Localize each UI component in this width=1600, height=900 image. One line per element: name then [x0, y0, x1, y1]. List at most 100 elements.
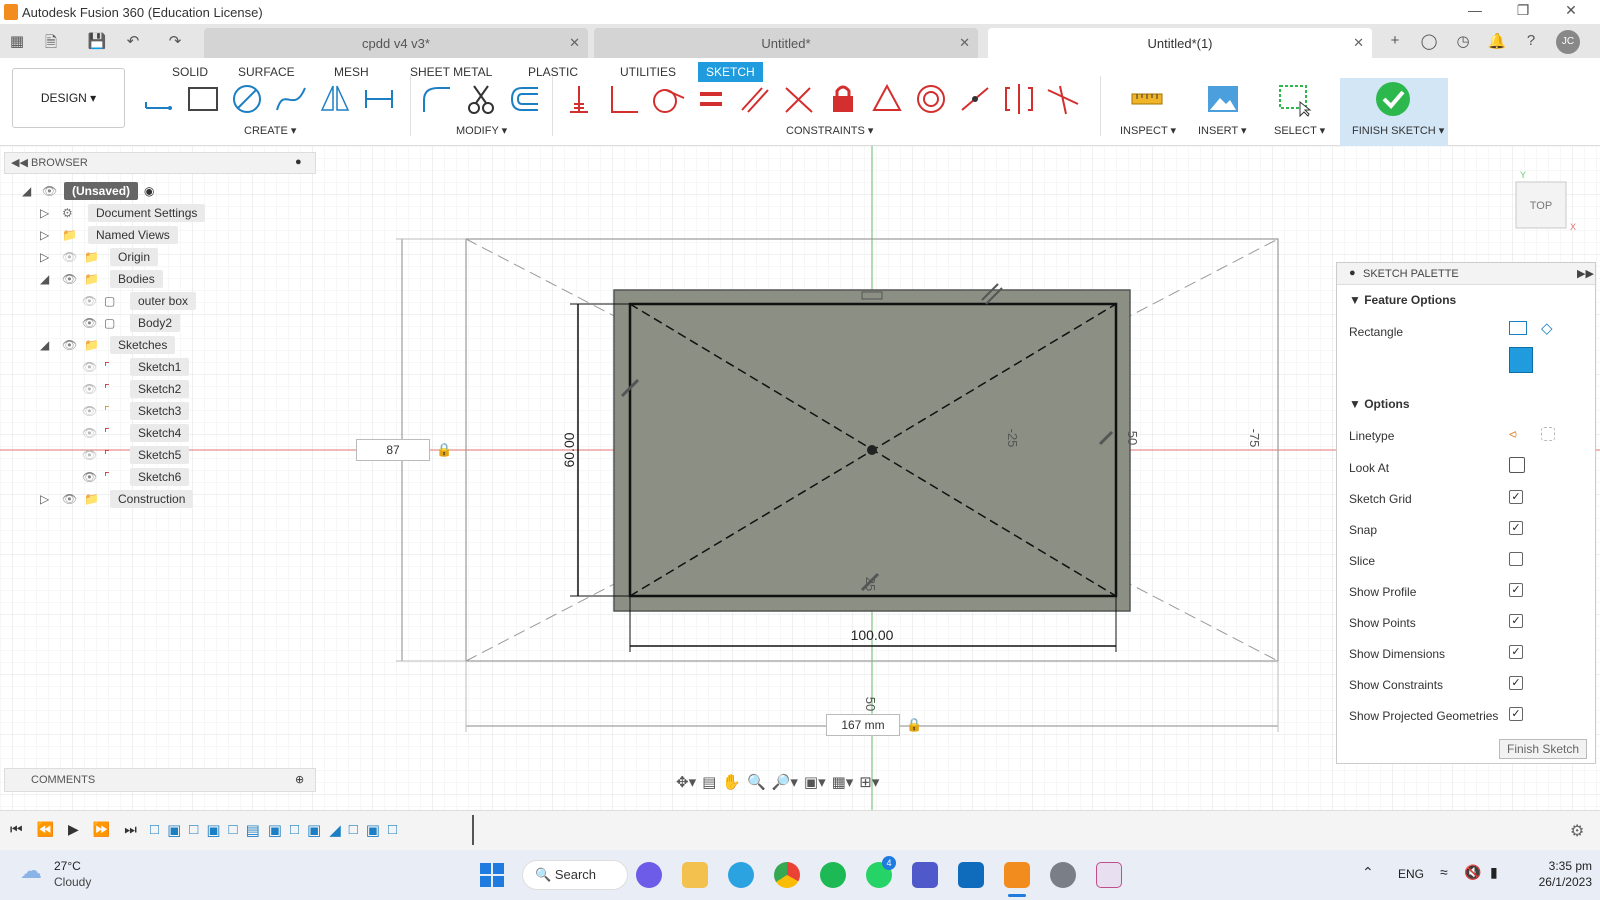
show-profile-checkbox[interactable]: ✓	[1509, 583, 1523, 597]
tab-plastic[interactable]: PLASTIC	[520, 62, 586, 82]
expand-icon[interactable]: ▷	[40, 250, 62, 264]
timeline-extrude-icon[interactable]: ▣	[307, 821, 321, 839]
fix-lock-constraint-icon[interactable]	[824, 80, 862, 118]
centerline-linetype-icon[interactable]	[1541, 427, 1555, 441]
insert-image-icon[interactable]	[1204, 80, 1242, 118]
tree-sketches[interactable]: ◢ 👁 📁 Sketches	[22, 334, 322, 356]
teams-chat-icon[interactable]	[636, 862, 662, 888]
insert-group-label[interactable]: INSERT ▾	[1198, 124, 1247, 137]
file-explorer-icon[interactable]	[682, 862, 708, 888]
width-dimension-input[interactable]: 167 mm	[826, 714, 900, 736]
mirror-tool-icon[interactable]	[316, 80, 354, 118]
pan-hand-icon[interactable]: ✋	[722, 773, 741, 791]
two-point-rectangle-icon[interactable]	[1509, 321, 1527, 335]
eye-icon[interactable]: 👁	[62, 492, 84, 506]
sketch-grid-checkbox[interactable]: ✓	[1509, 490, 1523, 504]
tab-close-icon[interactable]: ✕	[569, 35, 580, 51]
mute-speaker-icon[interactable]: 🔇	[1464, 864, 1481, 881]
expand-icon[interactable]: ▷	[40, 206, 62, 220]
offset-tool-icon[interactable]	[506, 80, 544, 118]
expand-icon[interactable]: ▷	[40, 492, 62, 506]
restore-icon[interactable]: ❐	[1508, 2, 1538, 19]
finish-sketch-check-icon[interactable]	[1374, 80, 1412, 118]
rectangle-tool-icon[interactable]	[184, 80, 222, 118]
hidden-eye-icon[interactable]: 👁	[82, 404, 104, 418]
tree-sketch2[interactable]: 👁 ⌜ Sketch2	[22, 378, 322, 400]
hidden-eye-icon[interactable]: 👁	[82, 294, 104, 308]
measure-tool-icon[interactable]	[1128, 80, 1166, 118]
activate-radio-icon[interactable]: ◉	[144, 184, 154, 198]
finish-sketch-label[interactable]: FINISH SKETCH ▾	[1352, 124, 1444, 137]
fillet-tool-icon[interactable]	[418, 80, 456, 118]
timeline-shell-icon[interactable]: ▤	[246, 821, 260, 839]
eye-icon[interactable]: 👁	[62, 272, 84, 286]
extensions-icon[interactable]: ◯	[1418, 32, 1440, 50]
browser-panel-header[interactable]: ◀◀ BROWSER ●	[4, 152, 316, 174]
tab-utilities[interactable]: UTILITIES	[612, 62, 684, 82]
hidden-eye-icon[interactable]: 👁	[62, 250, 84, 264]
hidden-eye-icon[interactable]: 👁	[82, 426, 104, 440]
lock-icon[interactable]: 🔒	[906, 717, 922, 733]
add-comment-icon[interactable]: ⊕	[295, 773, 304, 786]
tab-close-icon[interactable]: ✕	[1353, 35, 1364, 51]
orbit-icon[interactable]: ✥▾	[676, 773, 696, 791]
line-tool-icon[interactable]	[140, 80, 178, 118]
wifi-icon[interactable]: ≈	[1440, 864, 1448, 880]
select-group-label[interactable]: SELECT ▾	[1274, 124, 1325, 137]
collinear-constraint-icon[interactable]	[956, 80, 994, 118]
show-projected-geometries-checkbox[interactable]: ✓	[1509, 707, 1523, 721]
select-window-icon[interactable]	[1276, 80, 1314, 118]
color-swatch[interactable]	[1509, 347, 1533, 373]
timeline-fillet-icon[interactable]: ◢	[329, 821, 341, 839]
look-at-icon[interactable]	[1509, 457, 1525, 473]
palette-options-icon[interactable]: ●	[1349, 267, 1356, 279]
timeline-sketch-icon[interactable]: □	[189, 821, 198, 839]
save-icon[interactable]: 💾	[86, 32, 108, 50]
user-avatar[interactable]: JC	[1556, 30, 1580, 54]
viewports-icon[interactable]: ⊞▾	[859, 773, 879, 791]
go-to-end-icon[interactable]: ⏭	[124, 821, 137, 838]
viewcube-face-label[interactable]: TOP	[1530, 200, 1552, 212]
tree-sketch5[interactable]: 👁 ⌜ Sketch5	[22, 444, 322, 466]
fit-icon[interactable]: 🔎▾	[772, 773, 798, 791]
display-settings-icon[interactable]: ▣▾	[804, 773, 826, 791]
timeline-extrude-icon[interactable]: ▣	[366, 821, 380, 839]
midpoint-constraint-icon[interactable]	[868, 80, 906, 118]
tree-document-settings[interactable]: ▷ ⚙ Document Settings	[22, 202, 322, 224]
chrome-icon[interactable]	[774, 862, 800, 888]
job-status-icon[interactable]: ◷	[1452, 32, 1474, 50]
comments-panel[interactable]: COMMENTS ⊕	[4, 768, 316, 792]
tab-surface[interactable]: SURFACE	[230, 62, 303, 82]
language-indicator[interactable]: ENG	[1398, 867, 1424, 881]
concentric-constraint-icon[interactable]	[912, 80, 950, 118]
notifications-icon[interactable]: 🔔	[1486, 32, 1508, 50]
browser-options-icon[interactable]: ●	[295, 156, 302, 168]
collapse-icon[interactable]: ◢	[40, 272, 62, 286]
tree-body-outer-box[interactable]: 👁 ▢ outer box	[22, 290, 322, 312]
tree-sketch1[interactable]: 👁 ⌜ Sketch1	[22, 356, 322, 378]
grid-settings-icon[interactable]: ▦▾	[832, 773, 854, 791]
help-icon[interactable]: ?	[1520, 32, 1542, 49]
trim-tool-icon[interactable]	[462, 80, 500, 118]
options-heading[interactable]: ▼ Options	[1349, 397, 1410, 411]
tab-untitled-1[interactable]: Untitled*(1) ✕	[988, 28, 1372, 58]
center-rectangle-icon[interactable]: ◇	[1541, 319, 1553, 337]
timeline-extrude-icon[interactable]: ▣	[206, 821, 220, 839]
slice-checkbox[interactable]	[1509, 552, 1523, 566]
look-at-icon[interactable]: ▤	[702, 773, 716, 791]
perpendicular-constraint-icon[interactable]	[780, 80, 818, 118]
timeline-sketch-icon[interactable]: □	[229, 821, 238, 839]
snipping-tool-icon[interactable]	[1096, 862, 1122, 888]
width-dimension-value[interactable]: 100.00	[851, 627, 894, 643]
undo-icon[interactable]: ↶	[122, 32, 144, 50]
step-back-icon[interactable]: ⏪	[37, 821, 54, 838]
zoom-icon[interactable]: 🔍	[747, 773, 766, 791]
tab-cpdd-v4-v3[interactable]: cpdd v4 v3* ✕	[204, 28, 588, 58]
collapse-icon[interactable]: ◢	[40, 338, 62, 352]
show-dimensions-checkbox[interactable]: ✓	[1509, 645, 1523, 659]
height-dimension-value[interactable]: 60.00	[561, 432, 577, 467]
go-to-start-icon[interactable]: ⏮	[10, 821, 23, 838]
collapse-panel-icon[interactable]: ◀◀	[11, 156, 28, 169]
data-panel-icon[interactable]: ▦	[6, 32, 28, 50]
tree-sketch3[interactable]: 👁 ⌜ Sketch3	[22, 400, 322, 422]
